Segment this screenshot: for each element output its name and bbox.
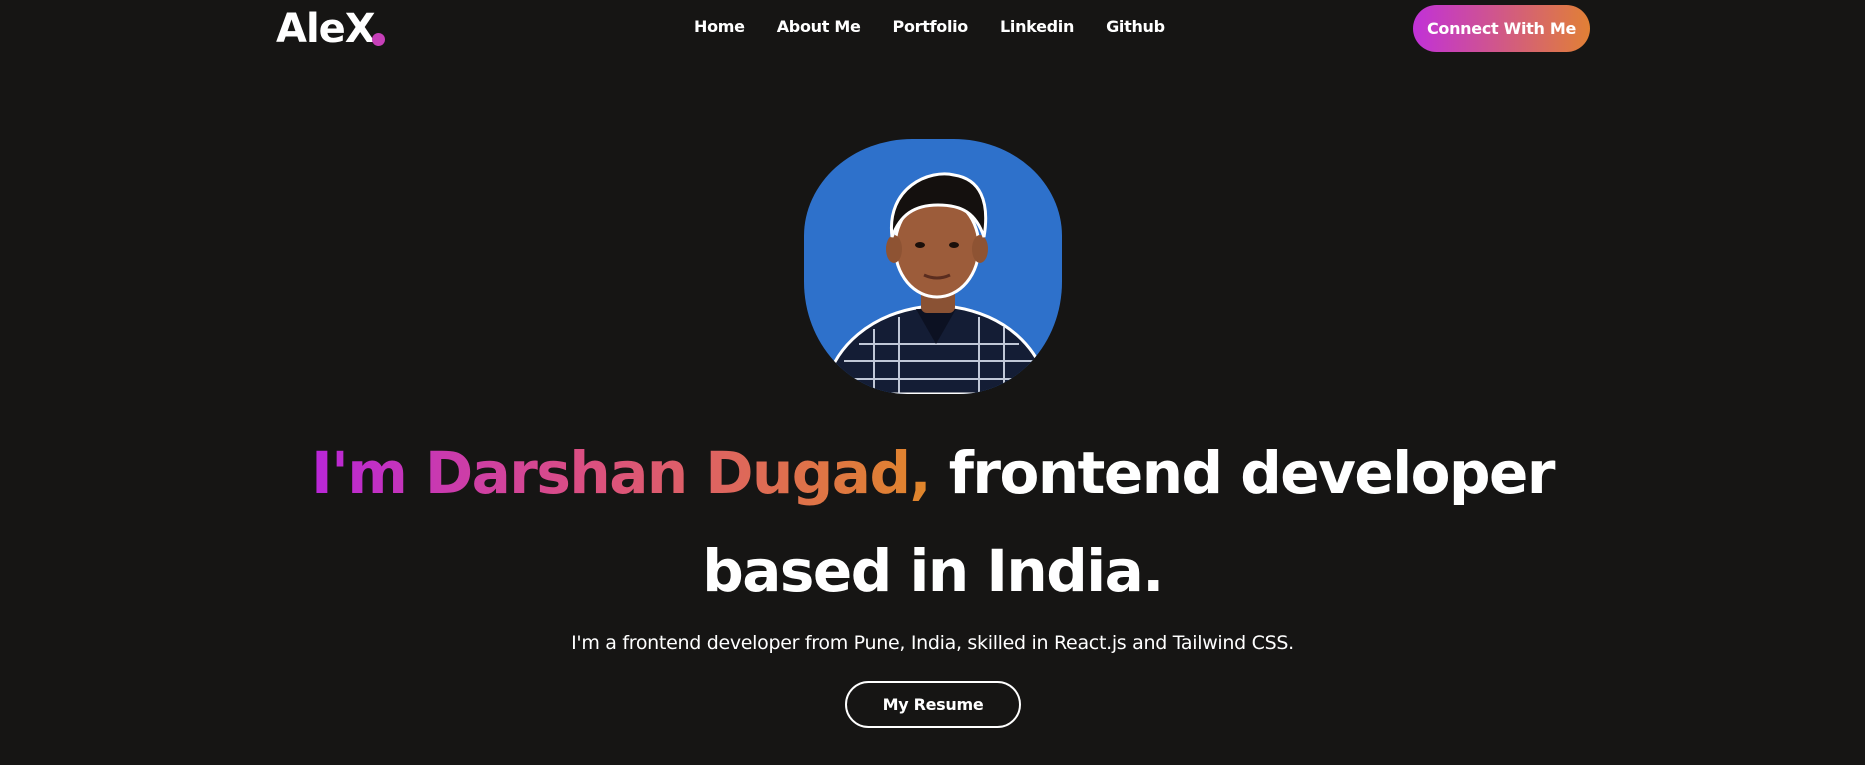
- hero-subtitle: I'm a frontend developer from Pune, Indi…: [571, 632, 1294, 654]
- connect-with-me-button[interactable]: Connect With Me: [1413, 5, 1590, 52]
- nav-item-about: About Me: [777, 17, 861, 36]
- nav-link-home[interactable]: Home: [694, 17, 745, 36]
- nav-link-github[interactable]: Github: [1106, 17, 1165, 36]
- nav-link-linkedin[interactable]: Linkedin: [1000, 17, 1074, 36]
- nav-item-home: Home: [694, 17, 745, 36]
- nav-item-github: Github: [1106, 17, 1165, 36]
- profile-avatar: [804, 139, 1062, 394]
- nav-item-linkedin: Linkedin: [1000, 17, 1074, 36]
- nav-item-portfolio: Portfolio: [893, 17, 969, 36]
- top-navbar: AleX Home About Me Portfolio Linkedin Gi…: [0, 0, 1865, 58]
- headline-role: frontend developer: [948, 439, 1556, 507]
- nav-link-portfolio[interactable]: Portfolio: [893, 17, 969, 36]
- nav-links: Home About Me Portfolio Linkedin Github: [694, 17, 1165, 36]
- nav-link-about-me[interactable]: About Me: [777, 17, 861, 36]
- site-logo[interactable]: AleX: [276, 6, 385, 52]
- my-resume-button[interactable]: My Resume: [845, 681, 1021, 728]
- logo-dot-icon: [372, 33, 385, 46]
- hero-headline: I'm Darshan Dugad, frontend developer ba…: [0, 424, 1865, 620]
- headline-location: based in India.: [702, 537, 1164, 605]
- headline-name-highlight: I'm Darshan Dugad,: [311, 439, 931, 507]
- logo-text: AleX: [276, 6, 376, 52]
- profile-photo-image: [822, 172, 1052, 394]
